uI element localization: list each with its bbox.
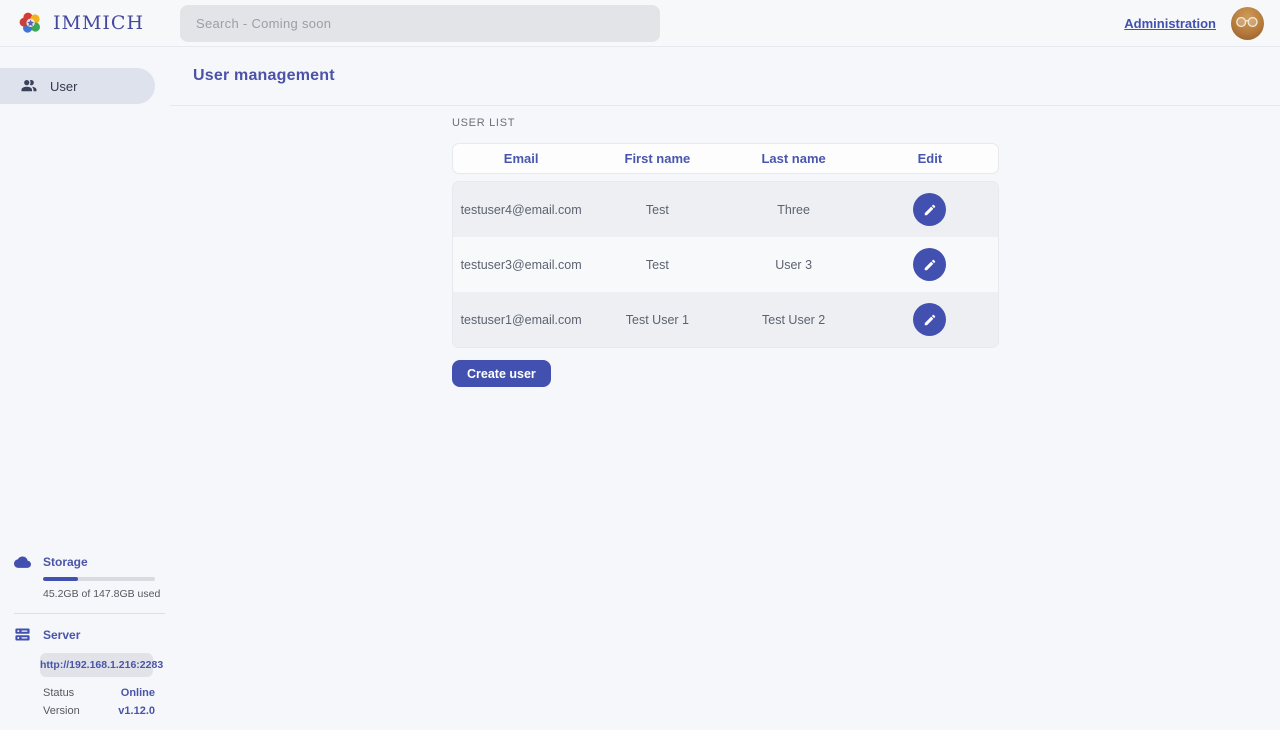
storage-section-header: Storage xyxy=(14,555,165,569)
cell-email: testuser1@email.com xyxy=(453,313,589,327)
server-icon xyxy=(14,626,31,643)
column-header-first-name: First name xyxy=(589,151,725,166)
storage-title: Storage xyxy=(43,555,88,569)
server-title: Server xyxy=(43,628,80,642)
edit-user-button[interactable] xyxy=(913,193,946,226)
app-title: IMMICH xyxy=(53,12,144,34)
user-avatar[interactable] xyxy=(1231,7,1264,40)
version-label: Version xyxy=(43,705,80,717)
flower-logo-icon xyxy=(18,10,44,36)
create-user-button[interactable]: Create user xyxy=(452,360,551,387)
cell-first-name: Test xyxy=(589,258,725,272)
topbar-right: Administration xyxy=(1124,7,1280,40)
sidebar: User Storage 45.2GB of 147.8GB used xyxy=(0,47,170,730)
users-icon xyxy=(20,77,38,95)
app-logo[interactable]: IMMICH xyxy=(0,10,180,36)
sidebar-item-user[interactable]: User xyxy=(0,68,155,104)
cell-first-name: Test User 1 xyxy=(589,313,725,327)
server-url-chip: http://192.168.1.216:2283 xyxy=(40,653,153,677)
server-version-row: Version v1.12.0 xyxy=(43,705,155,717)
column-header-email: Email xyxy=(453,151,589,166)
main-header: User management xyxy=(170,47,1280,106)
section-label: USER LIST xyxy=(452,117,1280,129)
storage-progress-fill xyxy=(43,577,78,581)
cell-first-name: Test xyxy=(589,203,725,217)
cell-edit xyxy=(862,193,998,226)
user-table-rows: testuser4@email.com Test Three testuser3… xyxy=(452,181,999,348)
status-value: Online xyxy=(121,687,155,699)
storage-progress-bar xyxy=(43,577,155,581)
edit-user-button[interactable] xyxy=(913,248,946,281)
cell-email: testuser4@email.com xyxy=(453,203,589,217)
sidebar-divider xyxy=(14,613,165,614)
table-row: testuser3@email.com Test User 3 xyxy=(453,237,998,292)
server-section-header: Server xyxy=(14,626,165,643)
pencil-icon xyxy=(923,203,937,217)
column-header-last-name: Last name xyxy=(726,151,862,166)
page-title: User management xyxy=(193,67,335,85)
cell-edit xyxy=(862,248,998,281)
cell-last-name: Three xyxy=(726,203,862,217)
search-input[interactable] xyxy=(180,5,660,42)
table-row: testuser1@email.com Test User 1 Test Use… xyxy=(453,292,998,347)
user-table: Email First name Last name Edit testuser… xyxy=(452,143,999,348)
cell-last-name: Test User 2 xyxy=(726,313,862,327)
server-status-row: Status Online xyxy=(43,687,155,699)
version-value: v1.12.0 xyxy=(118,705,155,717)
column-header-edit: Edit xyxy=(862,151,998,166)
sidebar-status-panel: Storage 45.2GB of 147.8GB used xyxy=(14,555,165,717)
cell-email: testuser3@email.com xyxy=(453,258,589,272)
top-bar: IMMICH Administration xyxy=(0,0,1280,47)
sidebar-item-label: User xyxy=(50,79,77,94)
cell-last-name: User 3 xyxy=(726,258,862,272)
status-label: Status xyxy=(43,687,74,699)
pencil-icon xyxy=(923,258,937,272)
pencil-icon xyxy=(923,313,937,327)
cell-edit xyxy=(862,303,998,336)
edit-user-button[interactable] xyxy=(913,303,946,336)
main-content: User management USER LIST Email First na… xyxy=(170,47,1280,730)
cloud-icon xyxy=(14,556,31,569)
storage-usage-text: 45.2GB of 147.8GB used xyxy=(43,588,165,600)
table-row: testuser4@email.com Test Three xyxy=(453,182,998,237)
administration-link[interactable]: Administration xyxy=(1124,16,1216,31)
user-table-header: Email First name Last name Edit xyxy=(452,143,999,174)
